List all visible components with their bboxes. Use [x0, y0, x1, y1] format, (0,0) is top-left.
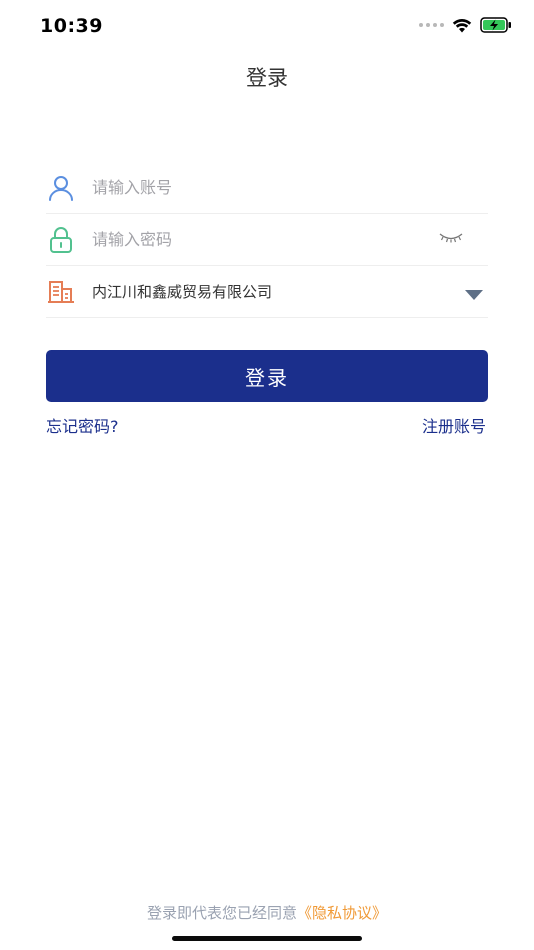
- caret-down-icon[interactable]: [464, 286, 484, 305]
- building-icon: [46, 277, 76, 307]
- agreement-prefix: 登录即代表您已经同意: [146, 904, 297, 922]
- company-selected-value: 内江川和鑫威贸易有限公司: [92, 283, 273, 301]
- lock-icon: [46, 225, 76, 255]
- home-indicator[interactable]: [172, 936, 362, 941]
- account-row: [46, 162, 488, 214]
- page-title: 登录: [246, 66, 288, 90]
- company-select[interactable]: 内江川和鑫威贸易有限公司: [46, 266, 488, 318]
- privacy-agreement-link[interactable]: 《隐私协议》: [297, 904, 387, 922]
- password-input[interactable]: [92, 230, 412, 249]
- login-screen: 10:39 登录 请输入账号 内江川和鑫威贸易有限公司 登录 忘记密码? 注册账…: [0, 0, 534, 950]
- agreement-text: 登录即代表您已经同意《隐私协议》: [0, 902, 534, 923]
- password-row: [46, 214, 488, 266]
- status-time: 10:39: [40, 15, 103, 37]
- wifi-icon: [452, 18, 472, 32]
- user-icon: [46, 173, 76, 203]
- register-link[interactable]: 注册账号: [422, 413, 486, 437]
- battery-charging-icon: [480, 17, 511, 33]
- login-button[interactable]: 登录: [46, 350, 488, 402]
- eye-closed-icon[interactable]: [438, 230, 464, 250]
- login-form: 内江川和鑫威贸易有限公司: [46, 162, 488, 318]
- status-icons: [419, 17, 512, 33]
- forgot-password-link[interactable]: 忘记密码?: [46, 413, 119, 437]
- cellular-signal-icon: [419, 23, 444, 27]
- account-input[interactable]: [92, 178, 412, 197]
- status-bar: 10:39: [0, 0, 534, 50]
